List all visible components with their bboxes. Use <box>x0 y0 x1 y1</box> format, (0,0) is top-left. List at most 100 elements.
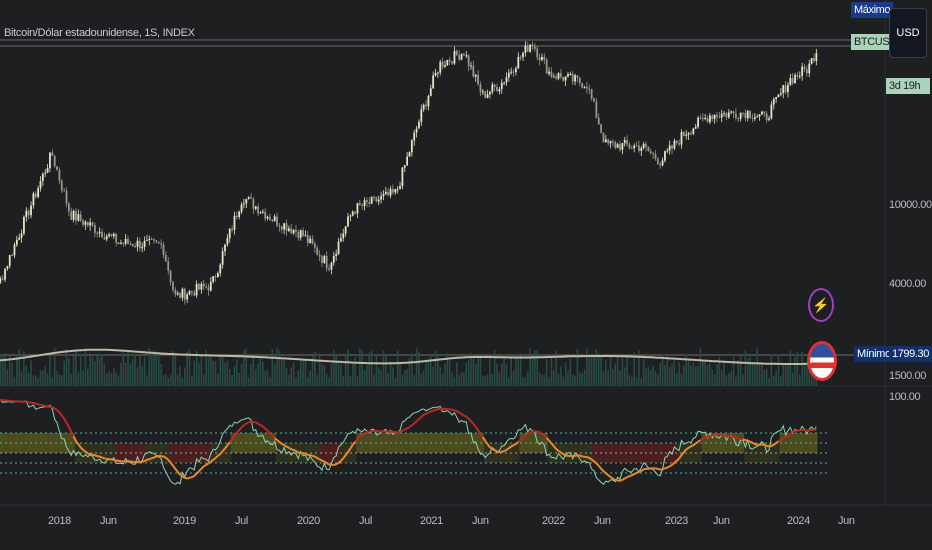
volume-bar <box>387 373 390 386</box>
candle-body <box>503 82 506 84</box>
volume-bar <box>732 356 735 386</box>
rsi-ma-segment <box>326 462 330 466</box>
volume-bar <box>671 363 673 386</box>
candle-body <box>188 290 191 295</box>
volume-bar <box>304 359 307 386</box>
volume-bar <box>623 367 626 386</box>
rsi-ma-segment <box>692 442 697 446</box>
volume-bar <box>581 373 583 386</box>
candle-body <box>134 246 137 248</box>
candle-body <box>455 50 458 56</box>
candle-body <box>23 216 25 234</box>
volume-bar <box>614 363 617 386</box>
candle-body <box>122 242 125 244</box>
rsi-band-fill <box>22 433 26 453</box>
volume-bar <box>758 361 761 386</box>
rsi-ma-segment <box>203 464 207 468</box>
volume-bar <box>354 357 356 386</box>
volume-bar <box>349 375 352 386</box>
rsi-ma-segment <box>609 476 614 480</box>
lightning-event-icon[interactable]: ⚡ <box>808 288 834 322</box>
candle-body <box>474 74 477 77</box>
volume-bar <box>141 366 144 386</box>
rsi-ma-segment <box>437 407 441 411</box>
rsi-ma-segment <box>562 453 567 457</box>
rsi-ma-segment <box>638 470 642 473</box>
candle-body <box>219 264 222 274</box>
rsi-ma-segment <box>399 429 403 433</box>
candle-body <box>75 210 77 221</box>
candle-body <box>427 95 430 107</box>
bar-countdown: 3d 19h <box>886 78 930 94</box>
candle-body <box>103 237 106 240</box>
candle-body <box>418 121 420 129</box>
volume-bar <box>250 363 252 386</box>
rsi-ma-segment <box>259 424 264 428</box>
candle-body <box>720 113 723 118</box>
volume-bar <box>65 349 68 386</box>
rsi-ma-segment <box>588 457 593 461</box>
rsi-ma-segment <box>401 428 406 432</box>
candle-body <box>472 65 475 77</box>
rsi-ma-segment <box>148 457 153 461</box>
candle-body <box>531 44 534 47</box>
candle-body <box>775 97 778 99</box>
candle-body <box>190 290 193 292</box>
rsi-ma-segment <box>536 430 540 434</box>
candle-body <box>101 231 103 238</box>
rsi-band-fill <box>252 433 255 453</box>
time-tick: Jul <box>235 515 248 527</box>
candle-body <box>538 57 541 61</box>
candle-body <box>602 132 605 143</box>
volume-bar <box>377 367 380 386</box>
rsi-ma-segment <box>146 458 150 461</box>
candle-body <box>791 78 794 84</box>
rsi-ma-segment <box>664 466 668 470</box>
volume-bar <box>664 364 666 386</box>
volume-bar <box>593 354 595 386</box>
volume-bar <box>789 349 792 386</box>
volume-bar <box>120 362 122 386</box>
candle-body <box>56 166 58 171</box>
us-flag-event-icon[interactable] <box>807 341 837 381</box>
volume-bar <box>500 363 503 386</box>
volume-bar <box>361 350 363 386</box>
volume-bar <box>590 353 593 386</box>
candle-body <box>205 286 207 288</box>
candle-body <box>713 114 716 120</box>
volume-bar <box>77 372 80 386</box>
rsi-ma-segment <box>579 454 583 458</box>
candle-body <box>434 72 437 76</box>
rsi-ma-segment <box>763 443 768 447</box>
volume-bar <box>654 371 657 386</box>
candle-body <box>701 117 704 119</box>
rsi-ma-segment <box>163 455 167 459</box>
candle-body <box>351 211 354 216</box>
volume-bar <box>75 348 77 386</box>
currency-button[interactable]: USD <box>889 8 927 58</box>
candle-body <box>79 214 82 221</box>
candle-body <box>517 56 520 69</box>
volume-bar <box>344 354 347 386</box>
rsi-ma-segment <box>669 464 673 468</box>
candle-body <box>756 116 759 118</box>
candle-body <box>633 145 636 149</box>
rsi-ma-segment <box>366 430 370 434</box>
rsi-ma-segment <box>51 406 56 410</box>
candle-body <box>619 144 621 150</box>
rsi-ma-segment <box>612 477 616 481</box>
price-chart[interactable] <box>0 0 932 550</box>
candle-body <box>49 152 51 169</box>
volume-bar <box>545 359 548 386</box>
volume-bar <box>541 374 543 386</box>
candle-body <box>519 56 522 58</box>
rsi-ma-segment <box>404 427 408 431</box>
volume-bar <box>713 374 716 386</box>
candle-body <box>664 151 666 161</box>
candle-body <box>543 56 546 60</box>
candle-body <box>228 228 231 239</box>
candle-body <box>765 113 768 121</box>
rsi-ma-segment <box>153 455 157 459</box>
candle-body <box>20 233 23 238</box>
candle-body <box>557 73 560 79</box>
